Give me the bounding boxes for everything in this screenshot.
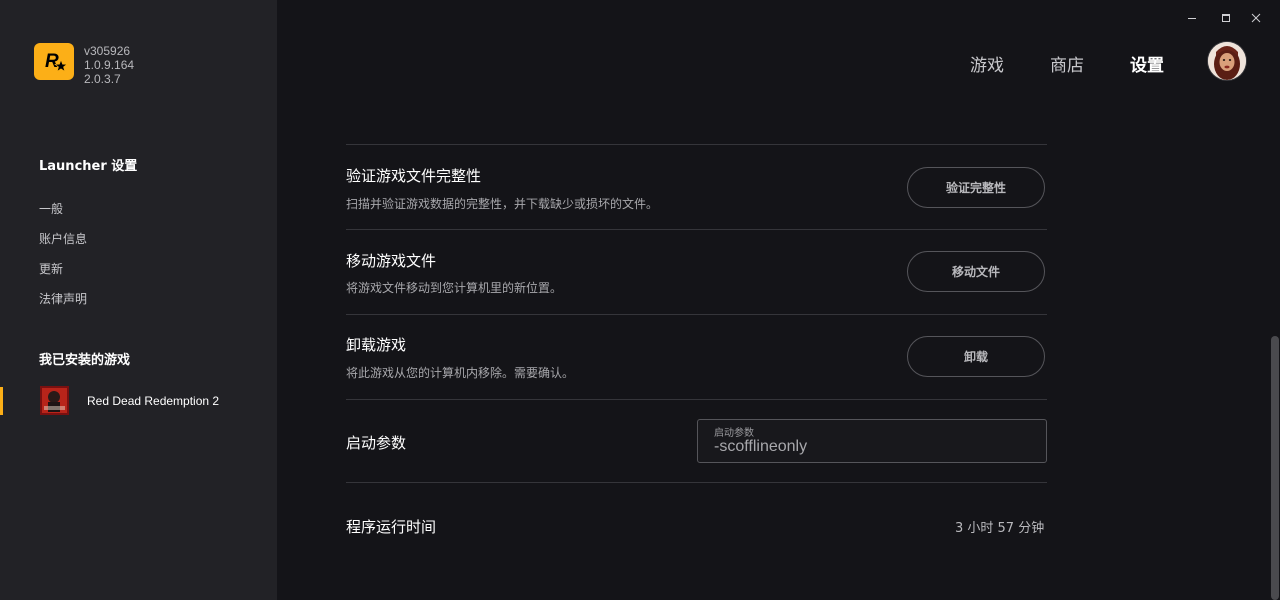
move-description: 将游戏文件移动到您计算机里的新位置。	[346, 281, 563, 295]
launcher-settings-title: Launcher 设置	[39, 159, 138, 174]
close-icon[interactable]	[1246, 8, 1266, 28]
maximize-icon[interactable]	[1216, 8, 1236, 28]
verify-description: 扫描并验证游戏数据的完整性，并下载缺少或损坏的文件。	[346, 197, 659, 211]
tab-store[interactable]: 商店	[1050, 51, 1084, 76]
sidebar: R v305926 1.0.9.164 2.0.3.7 Launcher 设置 …	[0, 0, 277, 600]
runtime-value: 3 小时 57 分钟	[955, 521, 1045, 536]
launch-params-title: 启动参数	[346, 434, 407, 452]
launch-params-input[interactable]	[714, 437, 1034, 457]
rockstar-logo-icon: R	[34, 43, 74, 80]
divider	[346, 399, 1047, 400]
version-line: v305926	[84, 44, 131, 58]
minimize-icon[interactable]	[1182, 8, 1202, 28]
selected-indicator	[0, 387, 3, 415]
runtime-title: 程序运行时间	[346, 518, 437, 536]
launch-params-field[interactable]: 启动参数	[697, 419, 1047, 463]
uninstall-title: 卸载游戏	[346, 336, 407, 354]
scrollbar-thumb[interactable]	[1271, 336, 1279, 600]
installed-games-title: 我已安装的游戏	[39, 353, 131, 368]
svg-text:R: R	[45, 51, 59, 72]
sidebar-item-updates[interactable]: 更新	[39, 260, 63, 277]
sidebar-item-general[interactable]: 一般	[39, 200, 63, 217]
uninstall-button[interactable]: 卸载	[907, 336, 1045, 377]
divider	[346, 314, 1047, 315]
verify-title: 验证游戏文件完整性	[346, 167, 482, 185]
sidebar-game-rdr2[interactable]: Red Dead Redemption 2	[0, 386, 277, 416]
uninstall-description: 将此游戏从您的计算机内移除。需要确认。	[346, 366, 575, 380]
divider	[346, 482, 1047, 483]
verify-integrity-button[interactable]: 验证完整性	[907, 167, 1045, 208]
version-info: v305926 1.0.9.164 2.0.3.7	[84, 44, 134, 86]
avatar[interactable]	[1208, 42, 1246, 80]
version-line: 1.0.9.164	[84, 58, 135, 72]
move-files-button[interactable]: 移动文件	[907, 251, 1045, 292]
move-title: 移动游戏文件	[346, 252, 437, 270]
tab-settings[interactable]: 设置	[1130, 51, 1164, 76]
divider	[346, 144, 1047, 145]
sidebar-item-legal[interactable]: 法律声明	[39, 290, 87, 307]
game-thumbnail	[40, 386, 69, 415]
sidebar-item-account[interactable]: 账户信息	[39, 230, 87, 247]
tab-games[interactable]: 游戏	[970, 51, 1004, 76]
game-name: Red Dead Redemption 2	[87, 394, 220, 408]
version-line: 2.0.3.7	[84, 72, 121, 86]
divider	[346, 229, 1047, 230]
